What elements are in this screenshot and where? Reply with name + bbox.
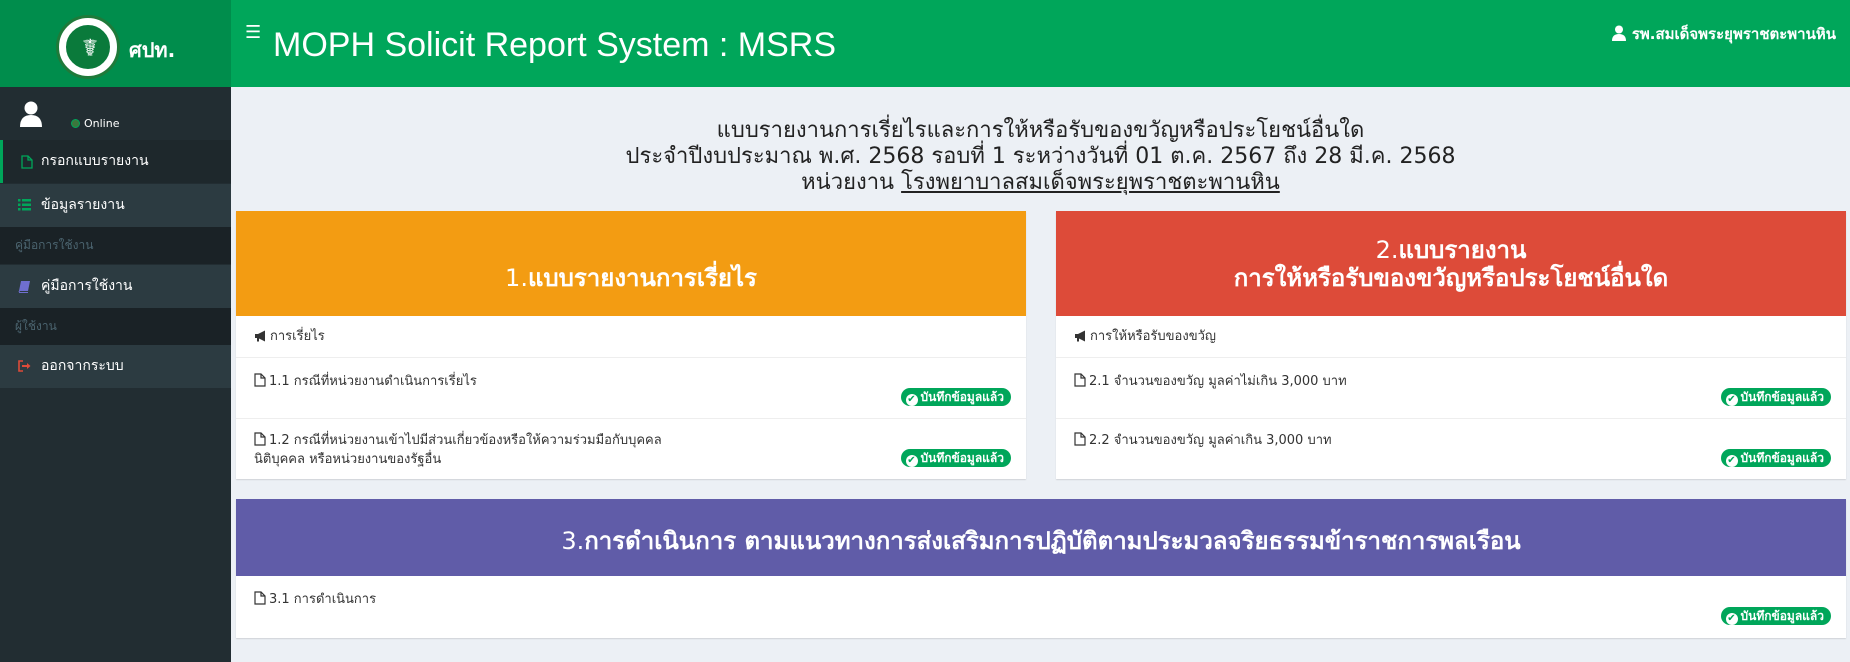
file-icon	[1074, 432, 1086, 446]
status-badge: ✔ บันทึกข้อมูลแล้ว	[1720, 388, 1831, 406]
user-panel: Online	[0, 87, 231, 140]
sidebar-item-label: ออกจากระบบ	[41, 358, 124, 374]
top-header: ☤ ศปท. ☰ MOPH Solicit Report System : MS…	[0, 0, 1850, 87]
check-circle-icon: ✔	[905, 394, 918, 406]
sidebar-item-label: คู่มือการใช้งาน	[41, 278, 133, 294]
page-title: แบบรายงานการเรี่ยไรและการให้หรือรับของขว…	[231, 118, 1850, 196]
section-1-header: 1.แบบรายงานการเรี่ยไร	[236, 211, 1026, 316]
sidebar-item-label: ข้อมูลรายงาน	[41, 197, 125, 213]
book-icon	[18, 281, 30, 293]
status-badge: ✔ บันทึกข้อมูลแล้ว	[900, 388, 1011, 406]
user-icon	[1611, 25, 1626, 41]
sign-out-icon	[18, 360, 31, 372]
section-gift-report: 2.แบบรายงาน การให้หรือรับของขวัญหรือประโ…	[1056, 211, 1846, 479]
status-badge: ✔ บันทึกข้อมูลแล้ว	[900, 449, 1011, 467]
organization-name: โรงพยาบาลสมเด็จพระยุพราชตะพานหิน	[901, 170, 1280, 195]
sidebar-item-report-data[interactable]: ข้อมูลรายงาน	[0, 184, 231, 227]
report-item-2-1[interactable]: 2.1 จำนวนของขวัญ มูลค่าไม่เกิน 3,000 บาท…	[1056, 357, 1846, 418]
online-dot-icon	[71, 119, 80, 128]
page-title-line3: หน่วยงาน โรงพยาบาลสมเด็จพระยุพราชตะพานหิ…	[801, 170, 1280, 195]
sidebar-item-label: กรอกแบบรายงาน	[41, 153, 149, 169]
check-circle-icon: ✔	[905, 455, 918, 467]
sidebar-toggle-icon[interactable]: ☰	[245, 22, 261, 43]
sidebar: Online กรอกแบบรายงาน ข้อมูลรายงาน คู่มือ…	[0, 87, 231, 662]
bullhorn-icon	[1075, 330, 1085, 342]
sidebar-header-manual: คู่มือการใช้งาน	[0, 227, 231, 264]
section-ethics-practice: 3.การดำเนินการ ตามแนวทางการส่งเสริมการปฏ…	[236, 499, 1846, 638]
report-item-1-2[interactable]: 1.2 กรณีที่หน่วยงานเข้าไปมีส่วนเกี่ยวข้อ…	[236, 418, 1026, 480]
avatar	[20, 101, 42, 127]
section-2-subheader: การให้หรือรับของขวัญ	[1056, 316, 1846, 357]
page-title-line1: แบบรายงานการเรี่ยไรและการให้หรือรับของขว…	[716, 118, 1365, 143]
section-3-header: 3.การดำเนินการ ตามแนวทางการส่งเสริมการปฏ…	[236, 499, 1846, 576]
list-icon	[18, 199, 31, 211]
logo[interactable]: ☤ ศปท.	[0, 0, 231, 87]
sidebar-item-logout[interactable]: ออกจากระบบ	[0, 345, 231, 388]
user-menu[interactable]: รพ.สมเด็จพระยุพราชตะพานหิน	[1611, 22, 1836, 46]
section-2-header: 2.แบบรายงาน การให้หรือรับของขวัญหรือประโ…	[1056, 211, 1846, 316]
page-title-line2: ประจำปีงบประมาณ พ.ศ. 2568 รอบที่ 1 ระหว่…	[625, 144, 1456, 169]
logo-text: ศปท.	[129, 38, 176, 62]
file-icon	[254, 373, 266, 387]
section-1-subheader: การเรี่ยไร	[236, 316, 1026, 357]
sidebar-item-manual[interactable]: คู่มือการใช้งาน	[0, 265, 231, 308]
bullhorn-icon	[255, 330, 265, 342]
app-title: MOPH Solicit Report System : MSRS	[273, 26, 837, 64]
report-item-2-2[interactable]: 2.2 จำนวนของขวัญ มูลค่าเกิน 3,000 บาท ✔ บ…	[1056, 418, 1846, 480]
report-item-1-1[interactable]: 1.1 กรณีที่หน่วยงานดำเนินการเรี่ยไร ✔ บัน…	[236, 357, 1026, 418]
section-solicit-report: 1.แบบรายงานการเรี่ยไร การเรี่ยไร 1.1 กรณ…	[236, 211, 1026, 479]
sidebar-header-user: ผู้ใช้งาน	[0, 308, 231, 345]
check-circle-icon: ✔	[1725, 394, 1738, 406]
file-icon	[254, 432, 266, 446]
file-icon	[254, 591, 266, 605]
check-circle-icon: ✔	[1725, 455, 1738, 467]
file-icon	[1074, 373, 1086, 387]
check-circle-icon: ✔	[1725, 613, 1738, 625]
status-badge: ✔ บันทึกข้อมูลแล้ว	[1720, 607, 1831, 625]
file-icon	[21, 155, 33, 169]
user-name: รพ.สมเด็จพระยุพราชตะพานหิน	[1631, 25, 1836, 43]
status-badge: ✔ บันทึกข้อมูลแล้ว	[1720, 449, 1831, 467]
sidebar-item-fill-report[interactable]: กรอกแบบรายงาน	[0, 140, 231, 183]
report-item-3-1[interactable]: 3.1 การดำเนินการ ✔ บันทึกข้อมูลแล้ว	[236, 576, 1846, 638]
moph-seal-icon: ☤	[56, 15, 120, 79]
online-status: Online	[71, 117, 119, 130]
